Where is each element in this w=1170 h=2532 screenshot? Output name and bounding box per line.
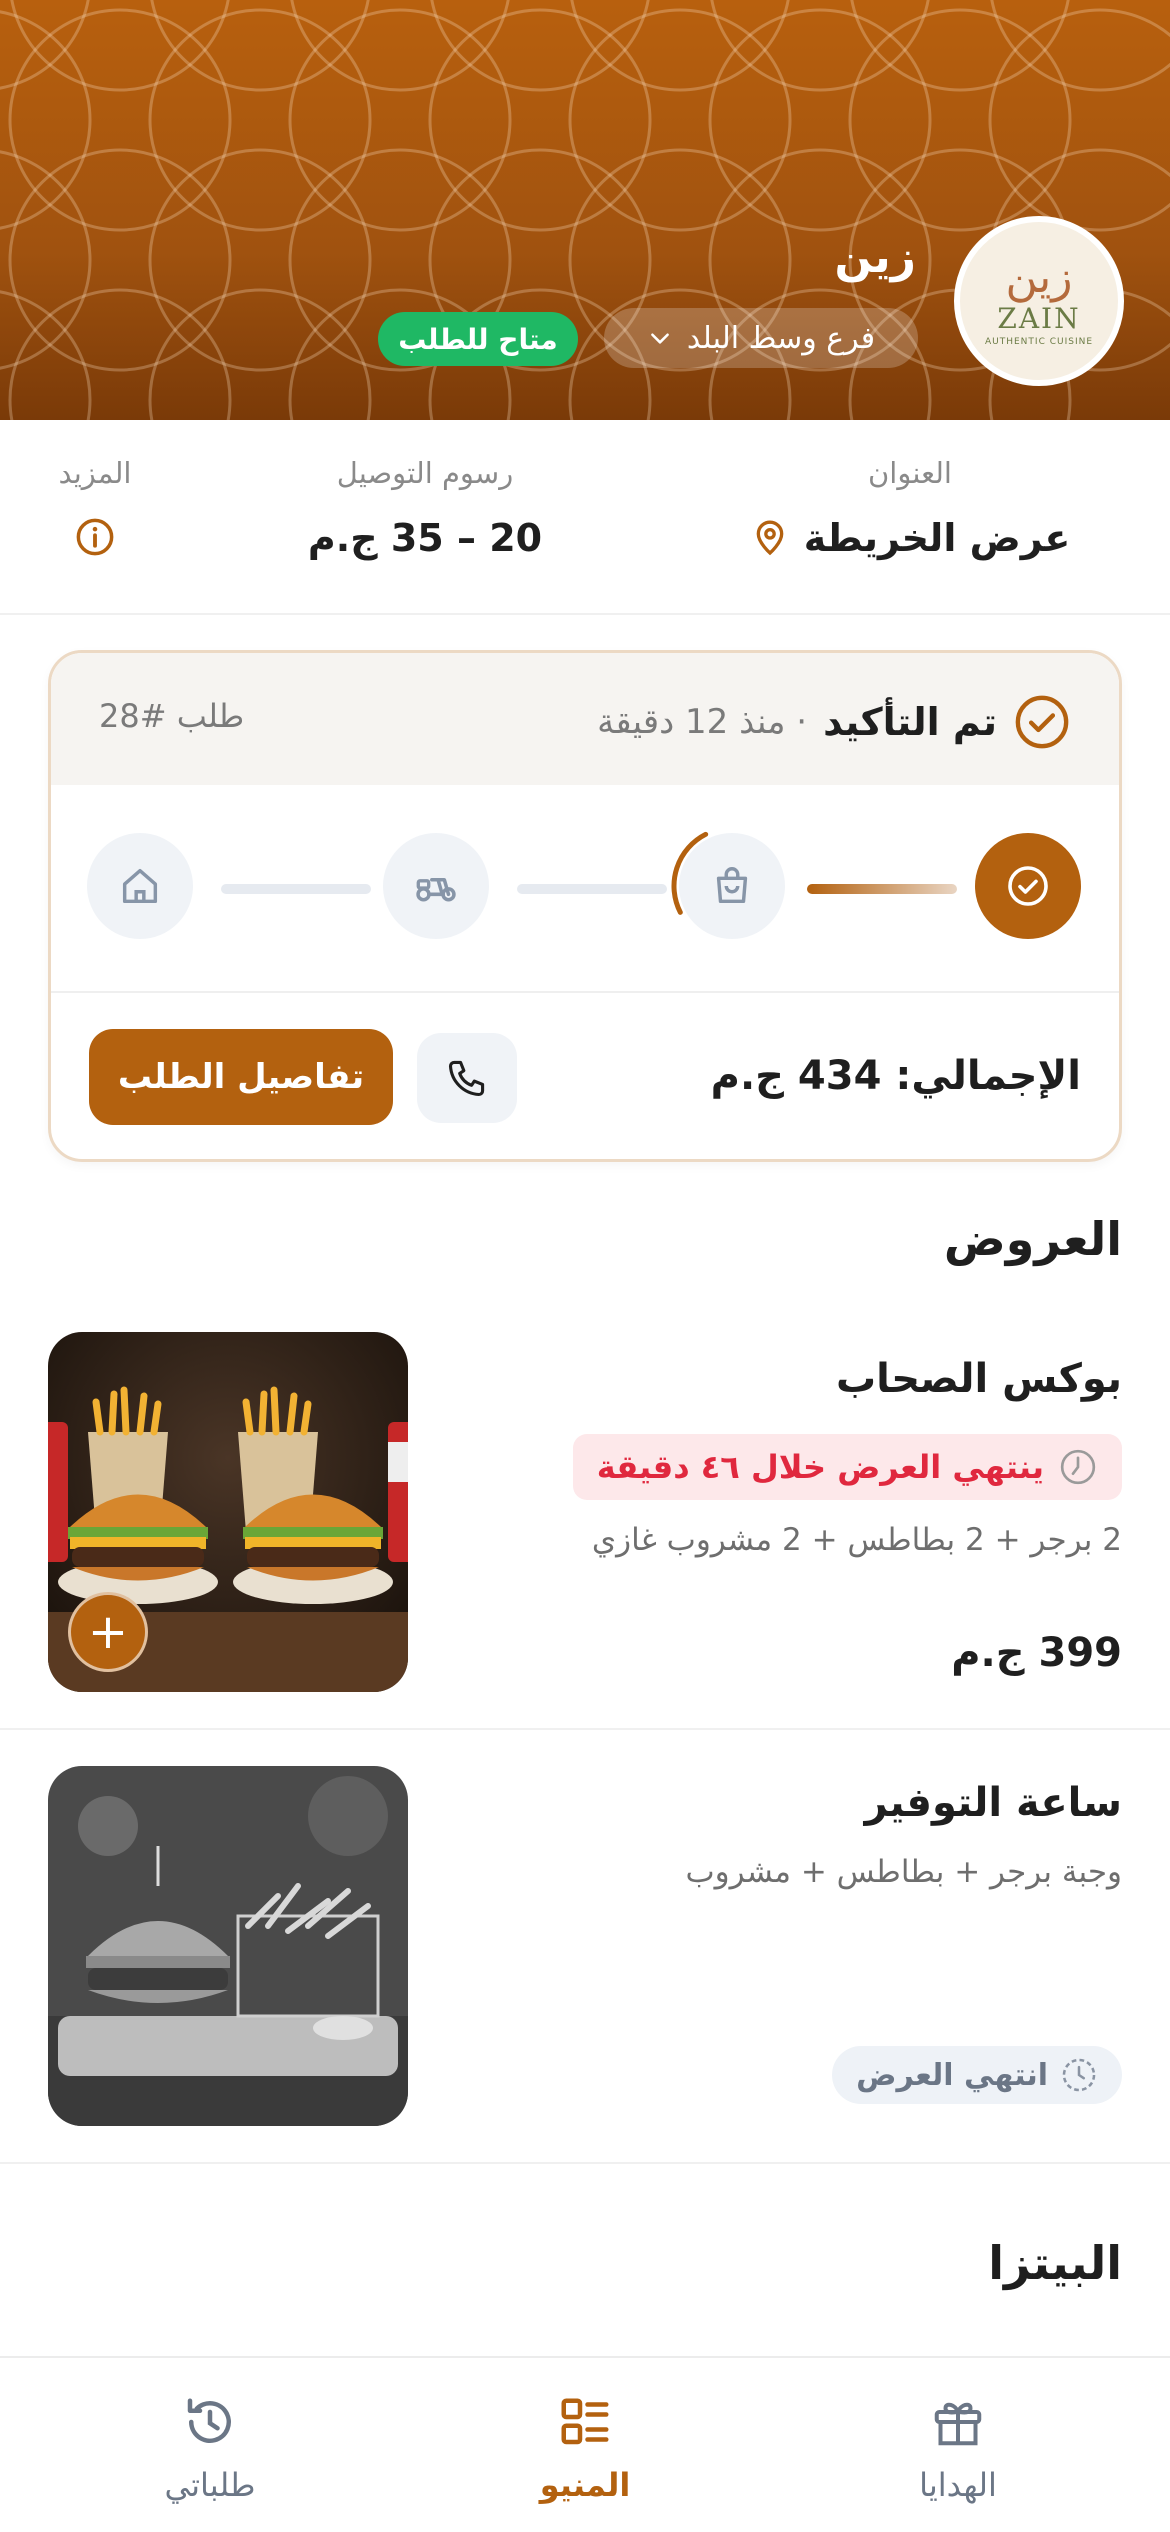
logo-tagline: AUTHENTIC CUISINE — [984, 336, 1094, 347]
address-value: عرض الخريطة — [803, 516, 1071, 560]
order-time-ago: · منذ 12 دقيقة — [597, 702, 808, 742]
clock-icon — [1060, 1449, 1096, 1485]
nav-menu-label: المنيو — [539, 2466, 631, 2504]
offer-price: 399 ج.م — [951, 1630, 1122, 1676]
step-connector-done — [807, 884, 957, 894]
offers-section-title: العروض — [943, 1212, 1122, 1266]
info-icon — [76, 518, 114, 556]
restaurant-header: زين ZAIN AUTHENTIC CUISINE زين فرع وسط ا… — [0, 0, 1170, 420]
delivery-value: 20 – 35 ج.م — [307, 516, 543, 560]
pizza-section-title: البيتزا — [988, 2236, 1122, 2290]
branch-selector[interactable]: فرع وسط البلد — [604, 308, 918, 368]
branch-label: فرع وسط البلد — [686, 320, 876, 356]
home-icon — [122, 868, 158, 904]
order-card-divider — [51, 991, 1119, 993]
order-status: تم التأكيد — [823, 700, 997, 744]
progress-arc — [671, 831, 709, 915]
logo-english-text: ZAIN — [997, 301, 1081, 335]
more-label: المزيد — [58, 456, 132, 490]
nav-gifts-label: الهدايا — [919, 2466, 997, 2504]
gift-icon — [934, 2402, 982, 2446]
burger-meal-image — [48, 1766, 408, 2126]
offer-description: وجبة برجر + بطاطس + مشروب — [685, 1854, 1122, 1890]
history-icon — [187, 2398, 231, 2443]
offer-card-expired[interactable]: ساعة التوفير وجبة برجر + بطاطس + مشروب ا… — [0, 1730, 1170, 2164]
offer-image: + — [48, 1332, 408, 1692]
chevron-down-icon — [651, 333, 669, 344]
call-restaurant-button[interactable] — [417, 1033, 517, 1123]
clock-expired-icon — [1062, 2058, 1096, 2092]
nav-menu[interactable]: المنيو — [485, 2392, 685, 2504]
order-total: الإجمالي: 434 ج.م — [710, 1053, 1081, 1099]
step-preparing — [671, 831, 785, 939]
bottom-navigation: الهدايا المنيو طلباتي — [0, 2356, 1170, 2532]
restaurant-info-row: العنوان عرض الخريطة رسوم التوصيل 20 – 35… — [0, 420, 1170, 615]
location-pin-icon — [756, 520, 784, 556]
offer-ended-badge: انتهي العرض — [832, 2046, 1122, 2104]
offer-ended-text: انتهي العرض — [856, 2057, 1048, 2093]
address-label: العنوان — [868, 456, 952, 490]
step-confirmed — [975, 833, 1081, 939]
step-connector — [221, 884, 371, 894]
active-order-card[interactable]: تم التأكيد · منذ 12 دقيقة طلب #28 الإجما… — [48, 650, 1122, 1162]
delivery-fee-info: رسوم التوصيل 20 – 35 ج.م — [300, 456, 550, 560]
check-icon — [1008, 866, 1048, 906]
step-connector — [517, 884, 667, 894]
phone-icon — [448, 1060, 485, 1097]
step-delivering — [383, 833, 489, 939]
nav-my-orders[interactable]: طلباتي — [110, 2392, 310, 2504]
order-details-button[interactable]: تفاصيل الطلب — [89, 1029, 393, 1125]
logo-arabic-text: زين — [1005, 251, 1073, 303]
nav-gifts[interactable]: الهدايا — [858, 2392, 1058, 2504]
scooter-icon — [416, 877, 456, 902]
availability-badge: متاح للطلب — [378, 312, 578, 366]
delivery-label: رسوم التوصيل — [336, 456, 514, 490]
restaurant-logo: زين ZAIN AUTHENTIC CUISINE — [954, 216, 1124, 386]
offer-title: ساعة التوفير — [864, 1780, 1122, 1826]
step-delivered — [87, 833, 193, 939]
offer-timer-badge: ينتهي العرض خلال ٤٦ دقيقة — [572, 1434, 1122, 1500]
restaurant-name: زين — [834, 232, 916, 283]
address-info[interactable]: العنوان عرض الخريطة — [740, 456, 1080, 560]
offer-title: بوكس الصحاب — [835, 1356, 1122, 1402]
add-to-cart-button[interactable]: + — [68, 1592, 148, 1672]
offer-image — [48, 1766, 408, 2126]
offer-timer-text: ينتهي العرض خلال ٤٦ دقيقة — [596, 1448, 1044, 1486]
offer-description: 2 برجر + 2 بطاطس + 2 مشروب غازي — [591, 1522, 1122, 1558]
check-circle-icon — [1015, 695, 1069, 749]
nav-my-orders-label: طلباتي — [164, 2466, 256, 2504]
order-number: طلب #28 — [99, 697, 245, 735]
order-progress-stepper — [51, 785, 1119, 985]
menu-grid-icon — [561, 2398, 609, 2445]
order-card-header: تم التأكيد · منذ 12 دقيقة طلب #28 — [51, 653, 1119, 785]
more-info[interactable]: المزيد — [40, 456, 150, 558]
offer-card[interactable]: + بوكس الصحاب ينتهي العرض خلال ٤٦ دقيقة … — [0, 1300, 1170, 1730]
